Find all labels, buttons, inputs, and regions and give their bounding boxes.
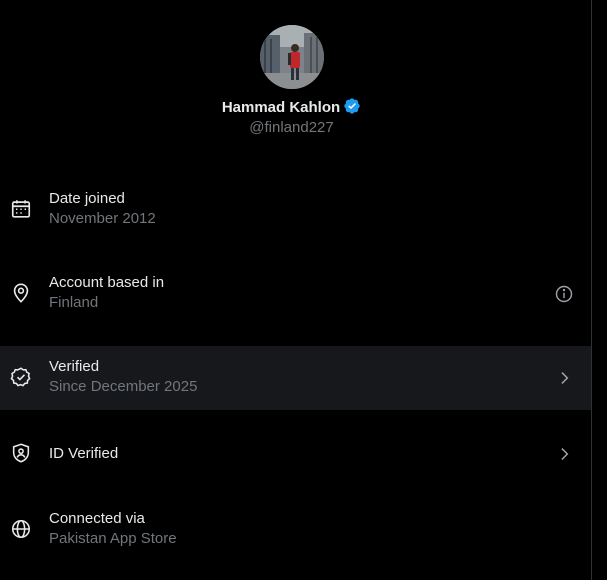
- avatar[interactable]: [260, 25, 324, 89]
- info-row-account-based-in: Account based in Finland: [0, 262, 591, 326]
- verified-badge-icon[interactable]: [343, 97, 361, 115]
- row-subtitle: Finland: [49, 294, 99, 311]
- row-subtitle: Since December 2025: [49, 378, 198, 395]
- profile-name-row: Hammad Kahlon: [0, 97, 583, 118]
- info-row-verified[interactable]: Verified Since December 2025: [0, 346, 591, 410]
- row-title: Account based in: [49, 274, 165, 291]
- profile-name: Hammad Kahlon: [221, 99, 341, 116]
- globe-icon: [10, 518, 32, 540]
- profile-header: Hammad Kahlon @finland227: [0, 0, 591, 160]
- row-title: Connected via: [49, 510, 145, 527]
- verified-check-icon: [10, 366, 32, 388]
- id-shield-icon: [10, 442, 32, 464]
- row-title: Verified: [49, 358, 100, 375]
- calendar-icon: [10, 198, 32, 220]
- row-subtitle: November 2012: [49, 210, 156, 227]
- row-subtitle: Pakistan App Store: [49, 530, 177, 547]
- info-icon[interactable]: [554, 284, 574, 304]
- row-title: ID Verified: [49, 445, 119, 462]
- info-row-id-verified[interactable]: ID Verified: [0, 422, 591, 486]
- chevron-right-icon[interactable]: [554, 368, 574, 388]
- info-row-connected-via: Connected via Pakistan App Store: [0, 498, 591, 562]
- scroll-gutter: [592, 0, 607, 580]
- row-title: Date joined: [49, 190, 125, 207]
- info-row-date-joined: Date joined November 2012: [0, 178, 591, 242]
- profile-handle[interactable]: @finland227: [0, 118, 583, 138]
- chevron-right-icon[interactable]: [554, 444, 574, 464]
- location-pin-icon: [10, 282, 32, 304]
- account-about-page: Hammad Kahlon @finland227 Date joined No…: [0, 0, 607, 580]
